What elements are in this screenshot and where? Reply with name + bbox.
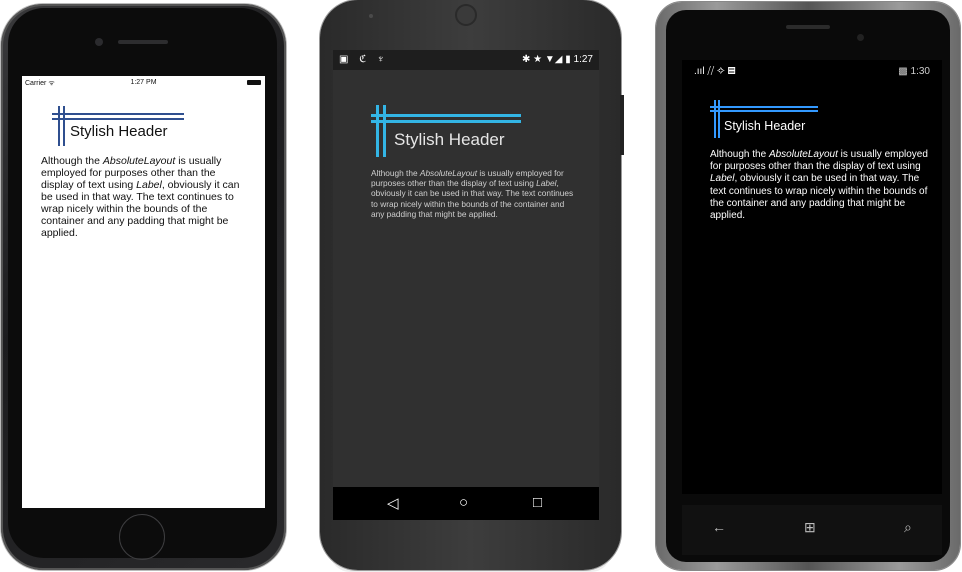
android-sensor (369, 14, 373, 18)
wp-status-bar: .ııl ⧸⧸ ✧ ▤ ▩ 1:30 (682, 60, 942, 82)
iphone-speaker (118, 40, 168, 44)
header-hbar-top (710, 106, 818, 108)
header-hbar-bottom (52, 118, 184, 120)
header-hbar-bottom (371, 120, 521, 123)
battery-icon (247, 80, 261, 85)
home-icon[interactable]: ○ (459, 494, 468, 511)
header-vbar-left (376, 105, 379, 157)
header-text: Stylish Header (394, 130, 505, 149)
ios-time: 1:27 PM (130, 79, 157, 86)
back-icon[interactable]: ← (712, 519, 726, 535)
iphone-camera (95, 38, 103, 46)
android-side-button[interactable] (620, 95, 624, 155)
header-vbar-left (58, 106, 60, 146)
wp-nav-bar: ← ⊞ ⌕ (682, 505, 942, 555)
home-button[interactable] (119, 514, 165, 560)
back-icon[interactable]: ◁ (387, 494, 399, 512)
header-vbar-left (714, 100, 716, 138)
android-camera (455, 4, 477, 26)
body-paragraph: Although the AbsoluteLayout is usually e… (371, 168, 574, 219)
system-status-icons: ✱ ★ ▼◢ ▮ 1:27 (521, 54, 593, 65)
body-paragraph: Although the AbsoluteLayout is usually e… (41, 155, 240, 239)
header-vbar-right (63, 106, 65, 146)
header-hbar-bottom (710, 110, 818, 112)
header-vbar-right (383, 105, 386, 157)
header-hbar-top (52, 113, 184, 115)
wp-camera (857, 34, 864, 41)
signal-icons: .ııl ⧸⧸ ✧ ▤ (694, 66, 736, 77)
ios-status-bar: Carrier ᯤ 1:27 PM (22, 76, 265, 90)
body-paragraph: Although the AbsoluteLayout is usually e… (710, 149, 928, 222)
recents-icon[interactable]: □ (533, 494, 542, 511)
windows-phone-screen: .ııl ⧸⧸ ✧ ▤ ▩ 1:30 Stylish Header Althou… (682, 60, 942, 494)
android-status-bar: ▣ ℭ ♆ ✱ ★ ▼◢ ▮ 1:27 (333, 50, 599, 70)
wp-speaker (786, 25, 830, 29)
search-icon[interactable]: ⌕ (904, 519, 912, 536)
notification-icons: ▣ ℭ ♆ (339, 54, 389, 65)
windows-start-icon[interactable]: ⊞ (804, 519, 816, 536)
wp-clock: ▩ 1:30 (898, 66, 930, 77)
header-text: Stylish Header (70, 123, 168, 140)
iphone-screen: Carrier ᯤ 1:27 PM Stylish Header Althoug… (22, 76, 265, 508)
android-nav-bar: ◁ ○ □ (333, 487, 599, 520)
header-vbar-right (718, 100, 720, 138)
header-hbar-top (371, 114, 521, 117)
header-text: Stylish Header (724, 119, 806, 133)
android-screen: ▣ ℭ ♆ ✱ ★ ▼◢ ▮ 1:27 Stylish Header Altho… (333, 50, 599, 520)
